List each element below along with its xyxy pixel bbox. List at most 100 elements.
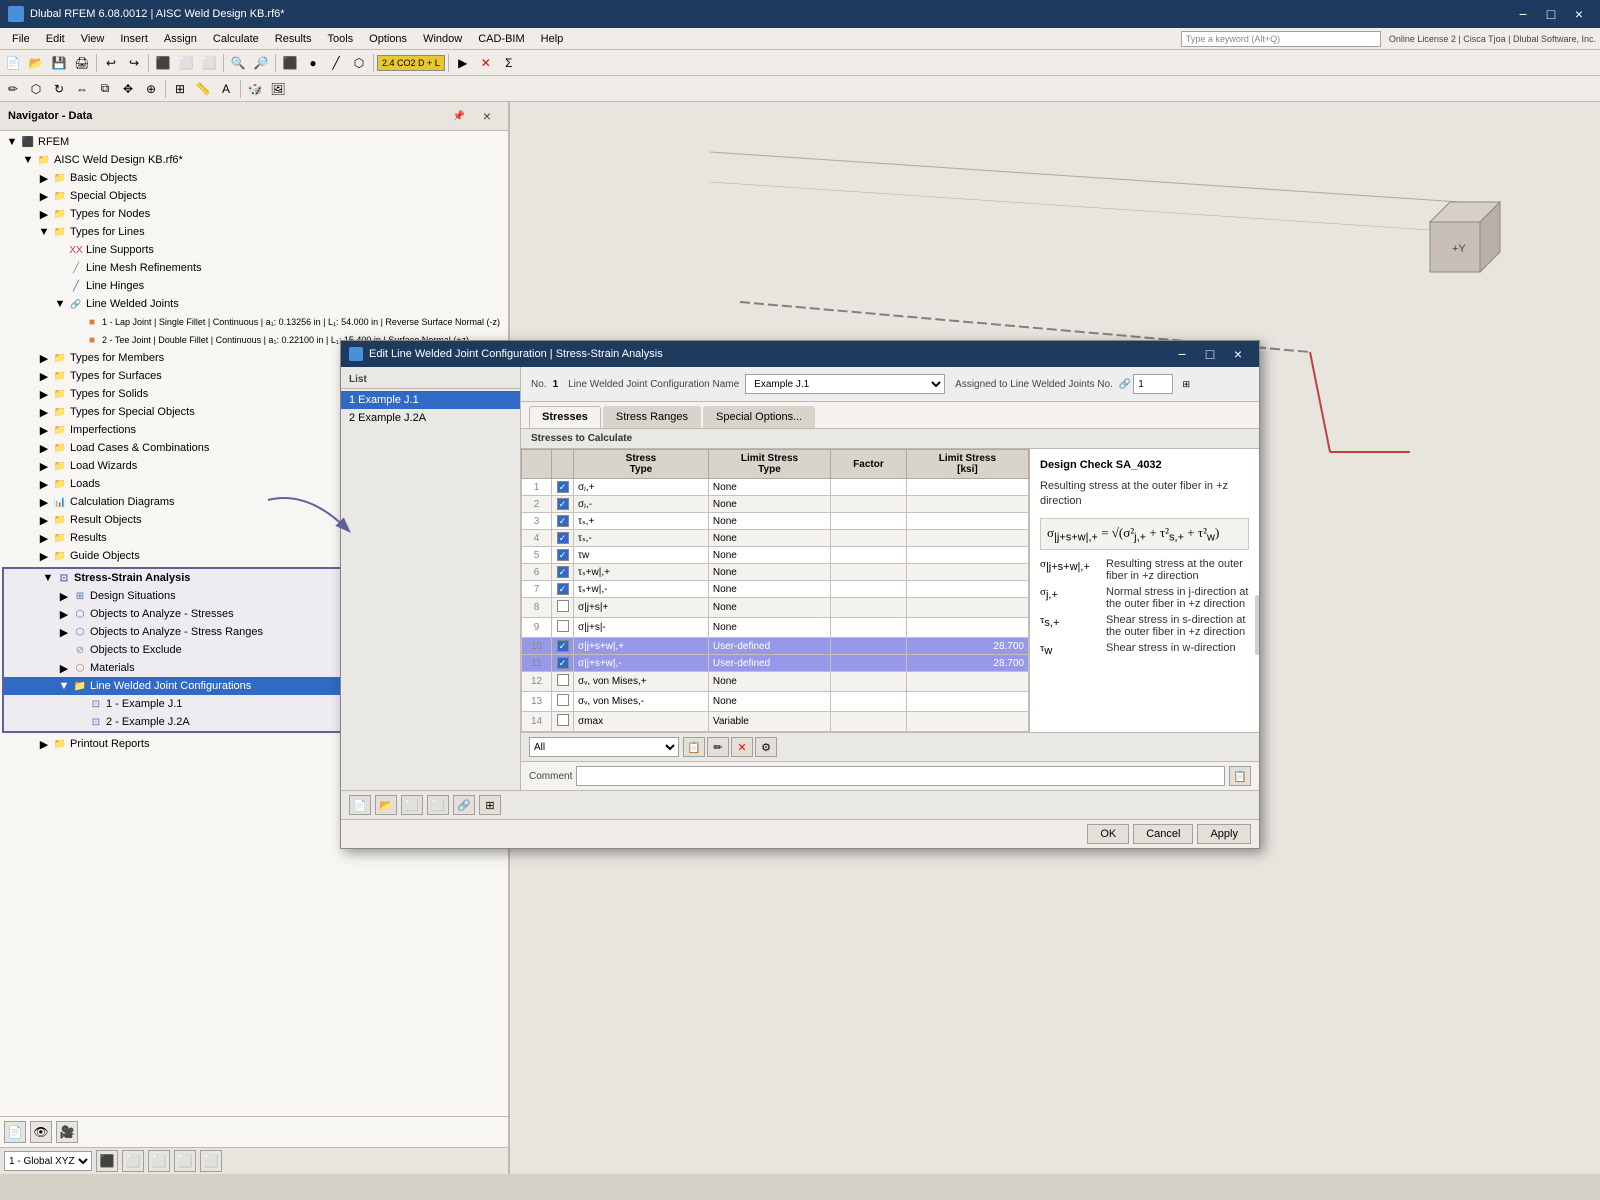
bottom-grid-btn[interactable]: ⊞ — [479, 795, 501, 815]
toggle-design-situations[interactable]: ▶ — [56, 588, 72, 604]
toggle-imperfections[interactable]: ▶ — [36, 422, 52, 438]
name-select[interactable]: Example J.1 — [745, 374, 945, 394]
toggle-objects-stresses[interactable]: ▶ — [56, 606, 72, 622]
toggle-basic-objects[interactable]: ▶ — [36, 170, 52, 186]
tb2-measure[interactable]: 📏 — [192, 78, 214, 100]
filter-select[interactable]: All — [529, 737, 679, 757]
cancel-button[interactable]: Cancel — [1133, 824, 1193, 844]
stress-checkbox[interactable] — [557, 498, 569, 510]
toggle-types-surfaces[interactable]: ▶ — [36, 368, 52, 384]
close-btn[interactable]: × — [1566, 4, 1592, 24]
tb-undo[interactable]: ↩ — [100, 52, 122, 74]
footer-copy-btn[interactable]: 📋 — [683, 737, 705, 757]
toggle-materials[interactable]: ▶ — [56, 660, 72, 676]
tree-types-lines[interactable]: ▼ 📁 Types for Lines — [0, 223, 508, 241]
stress-checkbox[interactable] — [557, 694, 569, 706]
nav-pin-btn[interactable]: 📌 — [446, 106, 472, 126]
stress-checkbox[interactable] — [557, 515, 569, 527]
bottom-doc-btn[interactable]: 📄 — [349, 795, 371, 815]
minimize-btn[interactable]: − — [1510, 4, 1536, 24]
footer-delete-btn[interactable]: ✕ — [731, 737, 753, 757]
tree-basic-objects[interactable]: ▶ 📁 Basic Objects — [0, 169, 508, 187]
toggle-loads[interactable]: ▶ — [36, 476, 52, 492]
ok-button[interactable]: OK — [1087, 824, 1129, 844]
toggle-line-welded-joints[interactable]: ▼ — [52, 296, 68, 312]
tb2-edit[interactable]: ⬡ — [25, 78, 47, 100]
stress-checkbox[interactable] — [557, 714, 569, 726]
toggle-special-objects[interactable]: ▶ — [36, 188, 52, 204]
tree-line-supports[interactable]: ▶ XX Line Supports — [0, 241, 508, 259]
toggle-project[interactable]: ▼ — [20, 152, 36, 168]
stress-checkbox[interactable] — [557, 481, 569, 493]
tb2-section[interactable]: ⊞ — [169, 78, 191, 100]
tb-open[interactable]: 📂 — [25, 52, 47, 74]
nav-camera-btn[interactable]: 🎥 — [56, 1121, 78, 1143]
tb-zoom-out[interactable]: 🔎 — [250, 52, 272, 74]
tb2-copy[interactable]: ⧉ — [94, 78, 116, 100]
tb-line[interactable]: ╱ — [325, 52, 347, 74]
bottom-view2-btn[interactable]: ⬜ — [427, 795, 449, 815]
tb2-view3d[interactable]: 🎲 — [244, 78, 266, 100]
stress-checkbox[interactable] — [557, 640, 569, 652]
nav-view-btn[interactable]: 👁 — [30, 1121, 52, 1143]
tb-view2[interactable]: ⬜ — [175, 52, 197, 74]
toggle-load-wizards[interactable]: ▶ — [36, 458, 52, 474]
nav-tb4[interactable]: ⬜ — [174, 1150, 196, 1172]
tb-new[interactable]: 📄 — [2, 52, 24, 74]
toggle-rfem[interactable]: ▼ — [4, 134, 20, 150]
toggle-types-lines[interactable]: ▼ — [36, 224, 52, 240]
apply-button[interactable]: Apply — [1197, 824, 1251, 844]
toggle-guide-objects[interactable]: ▶ — [36, 548, 52, 564]
dialog-close-btn[interactable]: × — [1225, 344, 1251, 364]
menu-file[interactable]: File — [4, 31, 38, 47]
menu-results[interactable]: Results — [267, 31, 320, 47]
toggle-printout[interactable]: ▶ — [36, 736, 52, 752]
bottom-view1-btn[interactable]: ⬜ — [401, 795, 423, 815]
tb-stop[interactable]: ✕ — [475, 52, 497, 74]
toggle-result-objects[interactable]: ▶ — [36, 512, 52, 528]
tb2-move[interactable]: ✥ — [117, 78, 139, 100]
toggle-calc-diagrams[interactable]: ▶ — [36, 494, 52, 510]
assigned-input[interactable]: 1 — [1133, 374, 1173, 394]
tb2-snap[interactable]: ⊕ — [140, 78, 162, 100]
footer-settings-btn[interactable]: ⚙ — [755, 737, 777, 757]
menu-edit[interactable]: Edit — [38, 31, 73, 47]
tree-line-welded-joints[interactable]: ▼ 🔗 Line Welded Joints — [0, 295, 508, 313]
comment-input[interactable] — [576, 766, 1225, 786]
tb-view1[interactable]: ⬛ — [152, 52, 174, 74]
toggle-objects-stress-ranges[interactable]: ▶ — [56, 624, 72, 640]
tb-save[interactable]: 💾 — [48, 52, 70, 74]
list-item-1[interactable]: 1 Example J.1 — [341, 391, 520, 409]
menu-cad-bim[interactable]: CAD-BIM — [470, 31, 532, 47]
search-box[interactable]: Type a keyword (Alt+Q) — [1181, 31, 1381, 47]
bottom-link-btn[interactable]: 🔗 — [453, 795, 475, 815]
coord-system-select[interactable]: 1 - Global XYZ — [4, 1151, 92, 1171]
nav-tb5[interactable]: ⬜ — [200, 1150, 222, 1172]
tree-line-mesh[interactable]: ▶ ╱ Line Mesh Refinements — [0, 259, 508, 277]
tb-select[interactable]: ⬛ — [279, 52, 301, 74]
nav-tb3[interactable]: ⬜ — [148, 1150, 170, 1172]
stress-checkbox[interactable] — [557, 549, 569, 561]
dialog-minimize-btn[interactable]: − — [1169, 344, 1195, 364]
menu-assign[interactable]: Assign — [156, 31, 205, 47]
menu-help[interactable]: Help — [533, 31, 572, 47]
comment-copy-btn[interactable]: 📋 — [1229, 766, 1251, 786]
tb-print[interactable]: 🖨 — [71, 52, 93, 74]
tb-run[interactable]: ▶ — [452, 52, 474, 74]
tab-stress-ranges[interactable]: Stress Ranges — [603, 406, 701, 428]
tree-weld1[interactable]: ▶ ■ 1 - Lap Joint | Single Fillet | Cont… — [0, 313, 508, 331]
stress-checkbox[interactable] — [557, 620, 569, 632]
tree-project[interactable]: ▼ 📁 AISC Weld Design KB.rf6* — [0, 151, 508, 169]
tree-special-objects[interactable]: ▶ 📁 Special Objects — [0, 187, 508, 205]
footer-edit-btn[interactable]: ✏ — [707, 737, 729, 757]
list-item-2[interactable]: 2 Example J.2A — [341, 409, 520, 427]
menu-window[interactable]: Window — [415, 31, 470, 47]
toggle-types-solids[interactable]: ▶ — [36, 386, 52, 402]
menu-calculate[interactable]: Calculate — [205, 31, 267, 47]
tb-redo[interactable]: ↪ — [123, 52, 145, 74]
menu-options[interactable]: Options — [361, 31, 415, 47]
tb-surface[interactable]: ⬡ — [348, 52, 370, 74]
tb2-draw[interactable]: ✏ — [2, 78, 24, 100]
bottom-folder-btn[interactable]: 📂 — [375, 795, 397, 815]
toggle-types-nodes[interactable]: ▶ — [36, 206, 52, 222]
